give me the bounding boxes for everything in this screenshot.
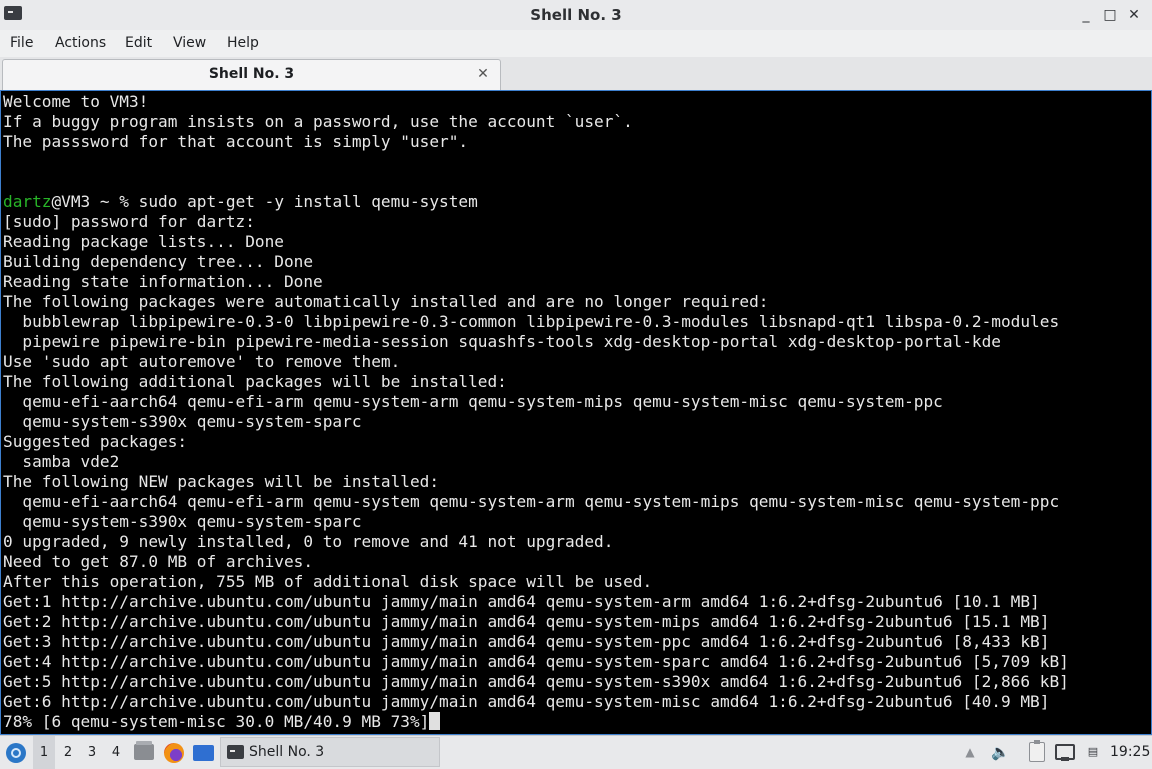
workspace-3[interactable]: 3 [81, 736, 103, 769]
volume-icon[interactable]: 🔈 [991, 743, 1010, 761]
output-line: 0 upgraded, 9 newly installed, 0 to remo… [3, 532, 614, 551]
show-desktop-icon[interactable] [193, 745, 214, 761]
output-line: Reading state information... Done [3, 272, 323, 291]
menu-view[interactable]: View [173, 30, 206, 57]
output-line: Get:6 http://archive.ubuntu.com/ubuntu j… [3, 692, 1050, 711]
network-icon[interactable] [1055, 744, 1075, 761]
prompt-user: dartz [3, 192, 52, 211]
output-line: Get:4 http://archive.ubuntu.com/ubuntu j… [3, 652, 1069, 671]
output-line: The following additional packages will b… [3, 372, 507, 391]
menu-file[interactable]: File [10, 30, 33, 57]
window-titlebar[interactable]: Shell No. 3 _ □ ✕ [0, 0, 1152, 31]
taskbar-window-shell-no-3[interactable]: Shell No. 3 [220, 737, 440, 767]
tab-close-icon[interactable]: ✕ [474, 65, 492, 83]
output-line: Use 'sudo apt autoremove' to remove them… [3, 352, 401, 371]
output-line: Suggested packages: [3, 432, 188, 451]
output-line: The following packages were automaticall… [3, 292, 769, 311]
motd-line: Welcome to VM3! [3, 92, 149, 111]
close-window-button[interactable]: ✕ [1124, 5, 1144, 25]
progress-text: 78% [6 qemu-system-misc 30.0 MB/40.9 MB … [3, 712, 430, 731]
file-manager-icon[interactable] [134, 741, 154, 760]
output-line: The following NEW packages will be insta… [3, 472, 440, 491]
text-cursor [429, 712, 441, 730]
output-line: Get:5 http://archive.ubuntu.com/ubuntu j… [3, 672, 1069, 691]
window-title: Shell No. 3 [530, 6, 622, 24]
output-line: Reading package lists... Done [3, 232, 284, 251]
tab-label: Shell No. 3 [208, 66, 295, 82]
workspace-2[interactable]: 2 [57, 736, 79, 769]
prompt-host: @VM3 ~ % [51, 192, 139, 211]
motd-line: If a buggy program insists on a password… [3, 112, 633, 131]
output-line: Get:2 http://archive.ubuntu.com/ubuntu j… [3, 612, 1050, 631]
command-text: sudo apt-get -y install qemu-system [138, 192, 478, 211]
output-line: qemu-system-s390x qemu-system-sparc [3, 412, 362, 431]
menu-bar: File Actions Edit View Help [0, 30, 1152, 57]
output-line: Get:3 http://archive.ubuntu.com/ubuntu j… [3, 632, 1050, 651]
output-line: qemu-efi-aarch64 qemu-efi-arm qemu-syste… [3, 492, 1060, 511]
notifications-icon[interactable]: ▤ [1084, 745, 1102, 759]
output-line: Building dependency tree... Done [3, 252, 314, 271]
command-line: dartz@VM3 ~ % sudo apt-get -y install qe… [3, 192, 478, 212]
taskbar-window-label: Shell No. 3 [249, 744, 325, 760]
output-line: Need to get 87.0 MB of archives. [3, 552, 314, 571]
workspace-4[interactable]: 4 [105, 736, 127, 769]
tab-shell-no-3[interactable]: Shell No. 3 ✕ [2, 59, 501, 90]
tab-bar: Shell No. 3 ✕ [0, 57, 1152, 90]
output-line: qemu-system-s390x qemu-system-sparc [3, 512, 362, 531]
output-line: [sudo] password for dartz: [3, 212, 255, 231]
start-menu-icon[interactable] [6, 743, 26, 763]
clipboard-icon[interactable] [1029, 740, 1045, 762]
menu-edit[interactable]: Edit [125, 30, 152, 57]
output-line: pipewire pipewire-bin pipewire-media-ses… [3, 332, 1001, 351]
output-line: qemu-efi-aarch64 qemu-efi-arm qemu-syste… [3, 392, 943, 411]
tray-overflow-icon[interactable]: ▲ [963, 744, 977, 760]
terminal-view[interactable]: Welcome to VM3! If a buggy program insis… [0, 90, 1152, 735]
maximize-button[interactable]: □ [1100, 5, 1120, 25]
clock[interactable]: 19:25 [1110, 736, 1150, 769]
workspace-1[interactable]: 1 [33, 736, 55, 769]
output-line: Get:1 http://archive.ubuntu.com/ubuntu j… [3, 592, 1040, 611]
motd-line: The passsword for that account is simply… [3, 132, 469, 151]
menu-help[interactable]: Help [227, 30, 259, 57]
minimize-button[interactable]: _ [1076, 5, 1096, 25]
output-line: bubblewrap libpipewire-0.3-0 libpipewire… [3, 312, 1060, 331]
output-line: After this operation, 755 MB of addition… [3, 572, 653, 591]
terminal-icon [227, 745, 244, 759]
progress-line: 78% [6 qemu-system-misc 30.0 MB/40.9 MB … [3, 712, 441, 732]
firefox-icon[interactable] [164, 743, 184, 763]
output-line: samba vde2 [3, 452, 120, 471]
taskbar: 1 2 3 4 Shell No. 3 ▲ 🔈 ▤ 19:25 [0, 735, 1152, 769]
menu-actions[interactable]: Actions [55, 30, 106, 57]
